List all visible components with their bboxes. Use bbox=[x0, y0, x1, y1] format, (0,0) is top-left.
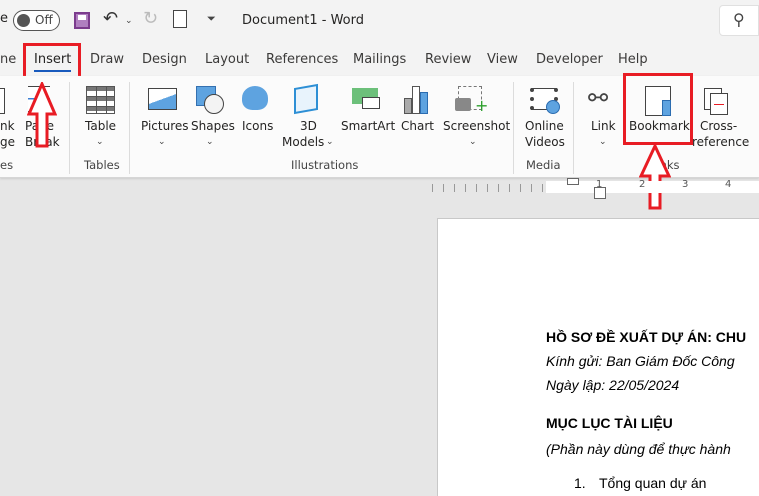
date-line: Ngày lập: 22/05/2024 bbox=[546, 377, 680, 393]
3d-models-label: 3D bbox=[300, 119, 317, 133]
tab-view[interactable]: View bbox=[487, 52, 518, 67]
3d-models-label-2: Models bbox=[282, 135, 325, 149]
ruler-mark: 3 bbox=[682, 179, 689, 190]
toggle-knob bbox=[17, 14, 30, 27]
hanging-indent-marker[interactable] bbox=[594, 187, 606, 199]
search-button[interactable]: ⚲ bbox=[719, 5, 759, 36]
icons-button[interactable]: Icons bbox=[238, 84, 274, 154]
group-divider bbox=[129, 82, 130, 174]
arrow-up-bookmark bbox=[639, 144, 671, 210]
cross-reference-page bbox=[710, 93, 728, 115]
tab-help[interactable]: Help bbox=[618, 52, 648, 67]
recipient-line: Kính gửi: Ban Giám Đốc Công bbox=[546, 353, 735, 369]
table-label: Table bbox=[85, 119, 117, 133]
camera-icon bbox=[455, 98, 471, 111]
blank-page-button[interactable]: nk ge bbox=[0, 84, 15, 154]
blank-page-label: nk bbox=[0, 119, 15, 133]
group-illustrations-label: Illustrations bbox=[291, 158, 359, 172]
redo-icon[interactable]: ↻ bbox=[143, 8, 158, 29]
quick-print-icon[interactable] bbox=[173, 10, 187, 28]
chevron-down-icon: ⌄ bbox=[469, 137, 477, 147]
screenshot-button[interactable]: + Screenshot ⌄ bbox=[441, 84, 510, 154]
first-line-indent-marker[interactable] bbox=[567, 178, 579, 185]
chart-label: Chart bbox=[401, 119, 434, 133]
link-label: Link bbox=[591, 119, 616, 133]
chart-button[interactable]: Chart bbox=[398, 84, 434, 154]
chevron-down-icon: ⌄ bbox=[326, 137, 334, 147]
plus-icon: + bbox=[475, 96, 489, 115]
online-videos-label-2: Videos bbox=[525, 135, 565, 149]
link-icon: ⚯ bbox=[588, 84, 609, 112]
online-videos-button[interactable]: Online Videos bbox=[522, 84, 566, 154]
tab-references[interactable]: References bbox=[266, 52, 338, 67]
smartart-label: SmartArt bbox=[341, 119, 396, 133]
arrow-up-insert bbox=[27, 82, 57, 148]
blank-page-label-2: ge bbox=[0, 135, 15, 149]
tab-developer[interactable]: Developer bbox=[536, 52, 603, 67]
bookmark-highlight bbox=[623, 73, 693, 145]
list-number: 1. bbox=[574, 475, 586, 491]
document-title: Document1 - Word bbox=[242, 13, 364, 28]
icons-label: Icons bbox=[242, 119, 274, 133]
shapes-circle bbox=[204, 94, 224, 114]
document-title-line: HỒ SƠ ĐỀ XUẤT DỰ ÁN: CHU bbox=[546, 329, 747, 345]
globe-icon bbox=[546, 100, 560, 114]
tab-layout[interactable]: Layout bbox=[205, 52, 249, 67]
search-icon: ⚲ bbox=[733, 10, 745, 29]
group-tables-label: Tables bbox=[84, 158, 120, 172]
blank-page-icon bbox=[0, 88, 5, 114]
group-divider bbox=[513, 82, 514, 174]
icons-icon bbox=[242, 86, 268, 110]
pictures-button[interactable]: Pictures ⌄ bbox=[140, 84, 189, 154]
cross-reference-label-2: reference bbox=[692, 135, 750, 149]
toc-note: (Phần này dùng để thực hành bbox=[546, 441, 731, 457]
autosave-label: e bbox=[0, 11, 8, 26]
3d-models-button[interactable]: 3D Models ⌄ bbox=[280, 83, 334, 154]
screenshot-label: Screenshot bbox=[443, 119, 511, 133]
list-item: Tổng quan dự án bbox=[599, 475, 707, 491]
group-divider bbox=[573, 82, 574, 174]
smartart-box bbox=[362, 97, 380, 109]
smartart-button[interactable]: SmartArt bbox=[340, 84, 396, 154]
tab-mailings[interactable]: Mailings bbox=[353, 52, 406, 67]
tab-draw[interactable]: Draw bbox=[90, 52, 124, 67]
toggle-state: Off bbox=[35, 13, 53, 27]
link-button[interactable]: ⚯ Link ⌄ bbox=[584, 84, 622, 154]
group-media-label: Media bbox=[526, 158, 561, 172]
group-pages-label: es bbox=[0, 158, 14, 172]
save-icon[interactable] bbox=[74, 12, 90, 29]
ruler-margin bbox=[432, 184, 546, 192]
chevron-down-icon: ⌄ bbox=[158, 137, 166, 147]
customize-toolbar-icon[interactable]: ⏷ bbox=[207, 12, 216, 26]
group-divider bbox=[69, 82, 70, 174]
3d-models-icon bbox=[294, 83, 318, 115]
ruler-mark: 2 bbox=[639, 179, 646, 190]
tab-design[interactable]: Design bbox=[142, 52, 187, 67]
autosave-toggle[interactable]: Off bbox=[13, 10, 60, 31]
chevron-down-icon: ⌄ bbox=[206, 137, 214, 147]
table-icon bbox=[86, 86, 115, 114]
pictures-icon bbox=[148, 88, 177, 110]
cross-reference-button[interactable]: Cross- reference bbox=[692, 84, 754, 154]
ruler-mark: 4 bbox=[725, 179, 732, 190]
document-page[interactable]: HỒ SƠ ĐỀ XUẤT DỰ ÁN: CHU Kính gửi: Ban G… bbox=[437, 218, 759, 496]
undo-dropdown-icon[interactable]: ⌄ bbox=[125, 16, 133, 26]
chevron-down-icon: ⌄ bbox=[599, 137, 607, 147]
table-button[interactable]: Table ⌄ bbox=[82, 84, 120, 154]
pictures-label: Pictures bbox=[141, 119, 189, 133]
undo-icon[interactable]: ↶ bbox=[103, 8, 118, 29]
tab-review[interactable]: Review bbox=[425, 52, 471, 67]
insert-tab-highlight bbox=[23, 43, 81, 80]
shapes-button[interactable]: Shapes ⌄ bbox=[190, 84, 235, 154]
tab-home[interactable]: ne bbox=[0, 52, 16, 67]
chart-icon bbox=[404, 86, 430, 114]
online-videos-label: Online bbox=[525, 119, 564, 133]
toc-heading: MỤC LỤC TÀI LIỆU bbox=[546, 415, 673, 431]
cross-reference-label: Cross- bbox=[700, 119, 738, 133]
chevron-down-icon: ⌄ bbox=[96, 137, 104, 147]
shapes-label: Shapes bbox=[191, 119, 235, 133]
